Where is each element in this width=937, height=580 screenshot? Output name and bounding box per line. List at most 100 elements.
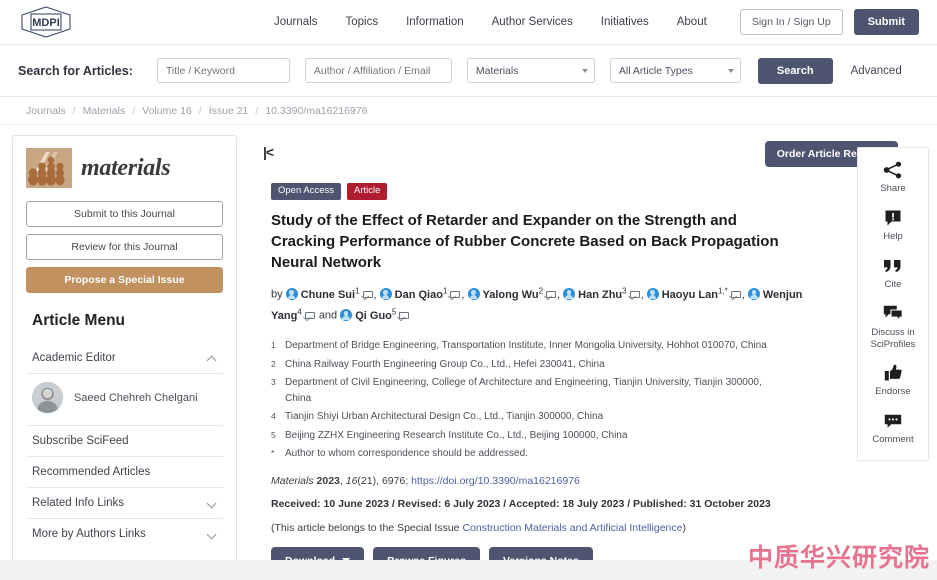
rail-item-discuss-in-sciprofiles[interactable]: Discuss in SciProfiles (862, 304, 924, 351)
comment-icon (882, 411, 904, 431)
svg-text:MDPI: MDPI (32, 17, 60, 29)
author-name[interactable]: Haoyu Lan (662, 289, 718, 301)
affiliation-number: 2 (271, 358, 276, 369)
breadcrumb-separator: / (72, 104, 76, 117)
chevron-down-icon (208, 499, 217, 508)
author-name[interactable]: Qi Guo (355, 310, 392, 322)
rail-label: Share (880, 183, 906, 194)
affiliation-list: 1 Department of Bridge Engineering, Trans… (271, 338, 923, 462)
affiliation-text: China Railway Fourth Engineering Group C… (285, 358, 605, 370)
affiliation-number: 4 (271, 411, 276, 422)
bottom-band (0, 560, 937, 580)
author-name[interactable]: Han Zhu (578, 289, 622, 301)
email-icon[interactable] (730, 290, 741, 299)
collapse-sidebar-icon[interactable]: |< (263, 145, 274, 159)
rail-item-share[interactable]: Share (862, 160, 924, 195)
quote-icon (882, 256, 904, 276)
special-issue-link[interactable]: Construction Materials and Artificial In… (462, 522, 682, 534)
nav-item-initiatives[interactable]: Initiatives (601, 16, 649, 28)
sidebar-item-recommended-articles[interactable]: Recommended Articles (26, 457, 223, 488)
author-name[interactable]: Yalong Wu (483, 289, 539, 301)
author-affiliation-ref: 1,* (717, 286, 728, 296)
rail-item-cite[interactable]: Cite (862, 256, 924, 291)
rail-item-help[interactable]: Help (862, 208, 924, 243)
list-item: 4 Tianjin Shiyi Urban Architectural Desig… (271, 409, 781, 425)
rail-item-comment[interactable]: Comment (862, 411, 924, 446)
breadcrumb-item-materials[interactable]: Materials (83, 105, 126, 117)
search-author-input[interactable] (304, 58, 452, 83)
breadcrumb-item-volume[interactable]: Volume 16 (142, 105, 192, 117)
article-main-column: |< Order Article Reprints Open Access Ar… (249, 135, 937, 575)
email-icon[interactable] (304, 311, 315, 320)
article-menu-title: Article Menu (32, 312, 126, 329)
mdpi-logo[interactable]: MDPI (18, 5, 74, 39)
author-avatar-icon (563, 288, 576, 301)
author-name[interactable]: Dan Qiao (395, 289, 443, 301)
main-nav-links: Journals Topics Information Author Servi… (274, 16, 707, 28)
article-action-rail: Share Help Cite Discuss in SciProfiles E… (857, 147, 929, 462)
author-avatar-icon (747, 288, 760, 301)
nav-right-actions: Sign In / Sign Up Submit (739, 9, 919, 35)
citation-issue: (21) (357, 474, 377, 487)
publication-dates: Received: 10 June 2023 / Revised: 6 July… (271, 497, 771, 510)
author-affiliation-ref: 1 (442, 286, 448, 296)
email-icon[interactable] (362, 290, 373, 299)
sign-in-button[interactable]: Sign In / Sign Up (739, 9, 843, 35)
nav-item-about[interactable]: About (677, 16, 707, 28)
special-issue-suffix: ) (682, 521, 686, 534)
citation-volume: 16 (345, 474, 358, 487)
author-affiliation-ref: 4 (297, 307, 302, 317)
journal-title: materials (81, 154, 171, 181)
sidebar-item-more-by-authors-links[interactable]: More by Authors Links (26, 519, 223, 549)
author-entry: Yalong Wu2, (467, 286, 560, 301)
affiliation-number: * (271, 448, 275, 459)
review-for-journal-button[interactable]: Review for this Journal (26, 234, 223, 260)
nav-item-topics[interactable]: Topics (345, 16, 378, 28)
nav-item-information[interactable]: Information (406, 16, 464, 28)
citation-article-number: 6976 (381, 474, 406, 487)
nav-item-journals[interactable]: Journals (274, 16, 317, 28)
search-button[interactable]: Search (757, 57, 833, 84)
article-search-bar: Search for Articles: Materials All Artic… (0, 45, 937, 97)
author-affiliation-ref: 5 (391, 307, 397, 317)
sidebar-item-academic-editor[interactable]: Academic Editor (26, 343, 223, 374)
email-icon[interactable] (450, 290, 461, 299)
and-label: and (318, 310, 338, 323)
sidebar-item-subscribe-scifeed[interactable]: Subscribe SciFeed (26, 426, 223, 457)
chevron-down-icon (208, 530, 217, 539)
list-item: 3 Department of Civil Engineering, Colleg… (271, 375, 781, 406)
rail-label: Endorse (875, 386, 911, 398)
academic-editor-entry: Saeed Chehreh Chelgani (26, 374, 223, 426)
email-icon[interactable] (546, 290, 557, 299)
author-entry: Han Zhu3, (563, 286, 644, 301)
breadcrumb-item-journals[interactable]: Journals (26, 105, 66, 117)
submit-button[interactable]: Submit (853, 9, 919, 35)
by-label: by (271, 289, 283, 302)
author-entry: Haoyu Lan1,*, (646, 286, 745, 301)
doi-link[interactable]: https://doi.org/10.3390/ma16216976 (411, 475, 580, 487)
article-type-select[interactable]: All Article Types (609, 58, 741, 83)
article-badges: Open Access Article (271, 183, 923, 200)
advanced-search-link[interactable]: Advanced (851, 65, 902, 77)
status-badge-article-type: Article (346, 183, 388, 200)
rail-item-endorse[interactable]: Endorse (862, 363, 924, 398)
search-keyword-input[interactable] (156, 58, 290, 83)
email-icon[interactable] (399, 311, 410, 320)
affiliation-number: 1 (271, 340, 276, 351)
journal-select[interactable]: Materials (466, 58, 595, 83)
journal-logo-row: materials (26, 148, 223, 188)
sidebar-item-label: Subscribe SciFeed (32, 435, 129, 447)
author-name[interactable]: Chune Sui (301, 289, 355, 301)
propose-special-issue-button[interactable]: Propose a Special Issue (26, 267, 223, 293)
page-title: Study of the Effect of Retarder and Expa… (271, 211, 779, 272)
author-avatar-icon (467, 288, 480, 301)
breadcrumb-item-issue[interactable]: Issue 21 (209, 105, 249, 117)
breadcrumb-item-doi[interactable]: 10.3390/ma16216976 (265, 105, 367, 117)
email-icon[interactable] (629, 290, 640, 299)
submit-to-journal-button[interactable]: Submit to this Journal (26, 201, 223, 227)
mdpi-article-page: MDPI Journals Topics Information Author … (0, 0, 937, 580)
nav-item-author-services[interactable]: Author Services (492, 16, 573, 28)
sidebar-item-related-info-links[interactable]: Related Info Links (26, 488, 223, 519)
affiliation-number: 3 (271, 377, 276, 388)
avatar (32, 382, 63, 413)
